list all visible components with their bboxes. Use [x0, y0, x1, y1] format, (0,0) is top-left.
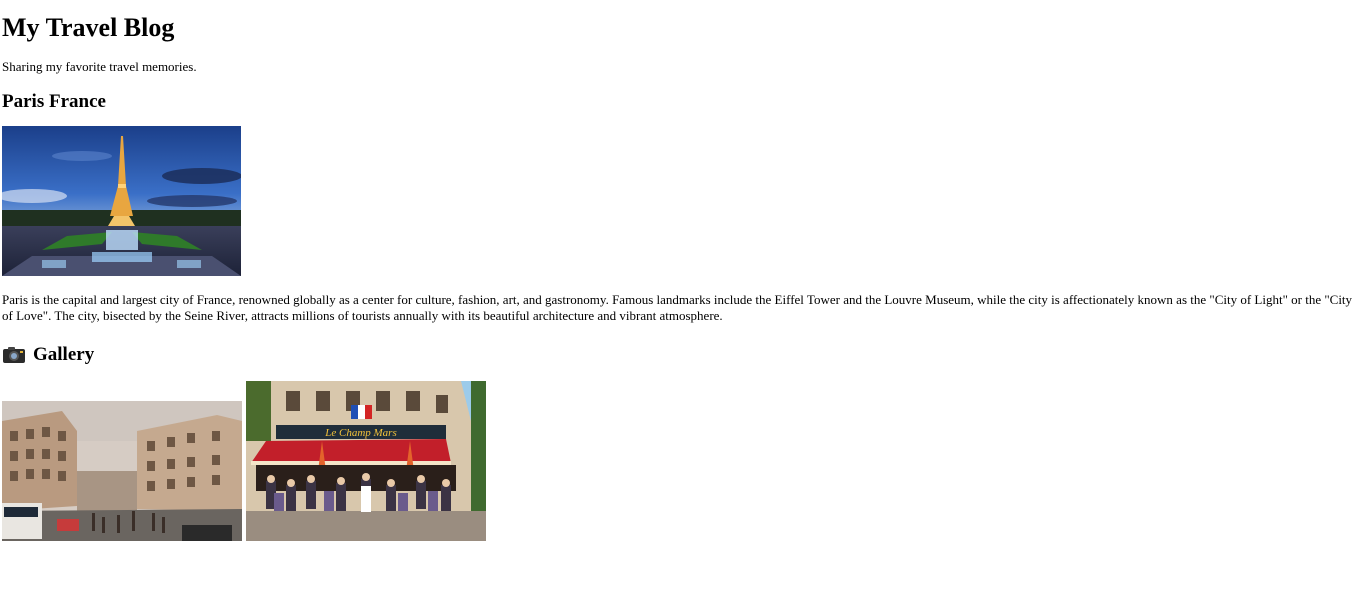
camera-icon [3, 347, 25, 363]
eiffel-tower-image [2, 126, 241, 276]
page-title: My Travel Blog [2, 13, 175, 42]
page-tagline: Sharing my favorite travel memories. [2, 59, 197, 74]
gallery-title: Gallery [33, 344, 95, 365]
post-description: Paris is the capital and largest city of… [2, 292, 1353, 323]
gallery-grid: Le Champ Mars [2, 381, 1359, 541]
cafe-sign-text: Le Champ Mars [324, 427, 397, 439]
gallery-heading: Gallery [2, 343, 1359, 367]
gallery-image-street [2, 401, 242, 541]
post-title: Paris France [2, 91, 106, 112]
gallery-image-cafe: Le Champ Mars [246, 381, 486, 541]
